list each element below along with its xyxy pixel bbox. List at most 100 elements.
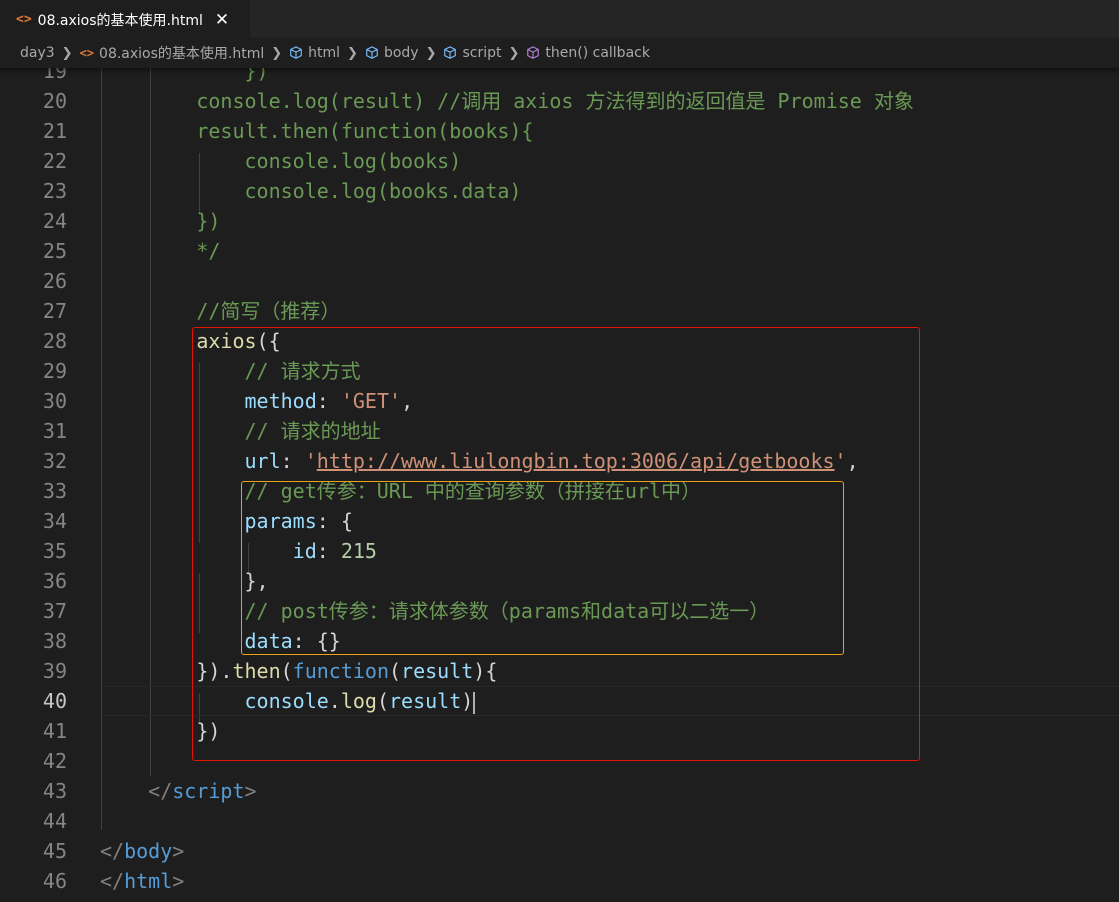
- line-number: 27: [42, 299, 67, 323]
- code-token: }): [100, 68, 269, 83]
- code-token: </: [100, 869, 125, 893]
- code-line[interactable]: 40 console.log(result): [0, 686, 1119, 716]
- code-token: result.then(function(books){: [100, 119, 534, 143]
- code-token: >: [172, 869, 185, 893]
- line-code: */: [100, 236, 220, 266]
- breadcrumb-folder[interactable]: day3: [20, 45, 55, 61]
- code-token: >: [244, 779, 257, 803]
- code-line[interactable]: 35 id: 215: [0, 536, 1119, 566]
- code-line[interactable]: 22 console.log(books): [0, 146, 1119, 176]
- code-line[interactable]: 46 </html>: [0, 866, 1119, 896]
- code-line[interactable]: 42: [0, 746, 1119, 776]
- code-line[interactable]: 38 data: {}: [0, 626, 1119, 656]
- code-line[interactable]: 39 }).then(function(result){: [0, 656, 1119, 686]
- code-token: result: [401, 659, 474, 683]
- code-token: </: [148, 779, 173, 803]
- code-token: (: [280, 659, 293, 683]
- line-code: </script>: [100, 776, 257, 806]
- breadcrumb: day3 ❯ <> 08.axios的基本使用.html ❯ html ❯ bo…: [0, 38, 1119, 68]
- line-code: // post传参：请求体参数（params和data可以二选一）: [100, 596, 770, 626]
- line-number: 45: [42, 839, 67, 863]
- line-number: 42: [42, 749, 67, 773]
- code-token: script: [172, 779, 245, 803]
- code-token: >: [172, 839, 185, 863]
- code-token: data: [244, 629, 293, 653]
- code-line[interactable]: 26: [0, 266, 1119, 296]
- close-icon[interactable]: ✕: [215, 10, 229, 30]
- code-line[interactable]: 27 //简写（推荐）: [0, 296, 1119, 326]
- code-line[interactable]: 29 // 请求方式: [0, 356, 1119, 386]
- code-token: : {}: [292, 629, 341, 653]
- editor-tab-active[interactable]: <> 08.axios的基本使用.html ✕: [0, 0, 250, 38]
- code-token: 'GET': [340, 389, 402, 413]
- code-line[interactable]: 20 console.log(result) //调用 axios 方法得到的返…: [0, 86, 1119, 116]
- line-number: 30: [42, 389, 67, 413]
- chevron-right-icon: ❯: [61, 45, 73, 61]
- code-line[interactable]: 34 params: {: [0, 506, 1119, 536]
- code-token: ): [461, 689, 474, 713]
- code-token: : {: [316, 509, 353, 533]
- code-token: }).: [100, 659, 233, 683]
- code-line[interactable]: 37 // post传参：请求体参数（params和data可以二选一）: [0, 596, 1119, 626]
- code-line[interactable]: 43 </script>: [0, 776, 1119, 806]
- line-number: 43: [42, 779, 67, 803]
- breadcrumb-file[interactable]: <> 08.axios的基本使用.html: [80, 43, 265, 63]
- code-line[interactable]: 30 method: 'GET',: [0, 386, 1119, 416]
- code-line[interactable]: 41 }): [0, 716, 1119, 746]
- code-token: body: [124, 839, 173, 863]
- code-lines: 19 }) 20 console.log(result) //调用 axios 方…: [0, 68, 1119, 896]
- code-line[interactable]: 44: [0, 806, 1119, 836]
- code-line[interactable]: 21 result.then(function(books){: [0, 116, 1119, 146]
- code-token: ,: [401, 389, 414, 413]
- line-number: 31: [42, 419, 67, 443]
- breadcrumb-label: 08.axios的基本使用.html: [99, 46, 265, 62]
- line-code: console.log(books.data): [100, 176, 521, 206]
- code-token: id: [292, 539, 317, 563]
- code-line[interactable]: 45 </body>: [0, 836, 1119, 866]
- code-line[interactable]: 23 console.log(books.data): [0, 176, 1119, 206]
- code-token: url: [244, 449, 281, 473]
- code-token: :: [316, 539, 341, 563]
- line-number: 38: [42, 629, 67, 653]
- code-line[interactable]: 31 // 请求的地址: [0, 416, 1119, 446]
- breadcrumb-symbol-callback[interactable]: then() callback: [526, 45, 650, 61]
- line-number: 33: [42, 479, 67, 503]
- breadcrumb-symbol-html[interactable]: html: [289, 45, 340, 61]
- line-number: 19: [42, 68, 67, 83]
- breadcrumb-label: body: [383, 45, 419, 61]
- breadcrumb-symbol-script[interactable]: script: [443, 45, 502, 61]
- line-number: 44: [42, 809, 67, 833]
- breadcrumb-symbol-body[interactable]: body: [365, 45, 419, 61]
- line-code: // 请求方式: [100, 356, 361, 386]
- code-line[interactable]: 36 },: [0, 566, 1119, 596]
- code-token: }): [100, 719, 221, 743]
- line-number: 28: [42, 329, 67, 353]
- line-number: 39: [42, 659, 67, 683]
- chevron-right-icon: ❯: [425, 45, 437, 61]
- line-code: params: {: [100, 506, 353, 536]
- code-token: ({: [256, 329, 281, 353]
- code-token: :: [280, 449, 305, 473]
- code-token: params: [244, 509, 317, 533]
- code-line[interactable]: 32 url: 'http://www.liulongbin.top:3006/…: [0, 446, 1119, 476]
- code-line[interactable]: 24 }): [0, 206, 1119, 236]
- code-editor[interactable]: 19 }) 20 console.log(result) //调用 axios 方…: [0, 68, 1119, 902]
- line-number: 36: [42, 569, 67, 593]
- code-token: console: [244, 689, 329, 713]
- code-token: ){: [473, 659, 498, 683]
- code-line[interactable]: 28 axios({: [0, 326, 1119, 356]
- line-code: }).then(function(result){: [100, 656, 497, 686]
- code-line[interactable]: 33 // get传参：URL 中的查询参数（拼接在url中）: [0, 476, 1119, 506]
- code-line[interactable]: 25 */: [0, 236, 1119, 266]
- code-token: (: [389, 659, 402, 683]
- code-line[interactable]: 19 }): [0, 68, 1119, 86]
- code-token: 215: [340, 539, 377, 563]
- code-token: </: [100, 839, 125, 863]
- html-file-icon: <>: [79, 46, 95, 60]
- chevron-right-icon: ❯: [508, 45, 520, 61]
